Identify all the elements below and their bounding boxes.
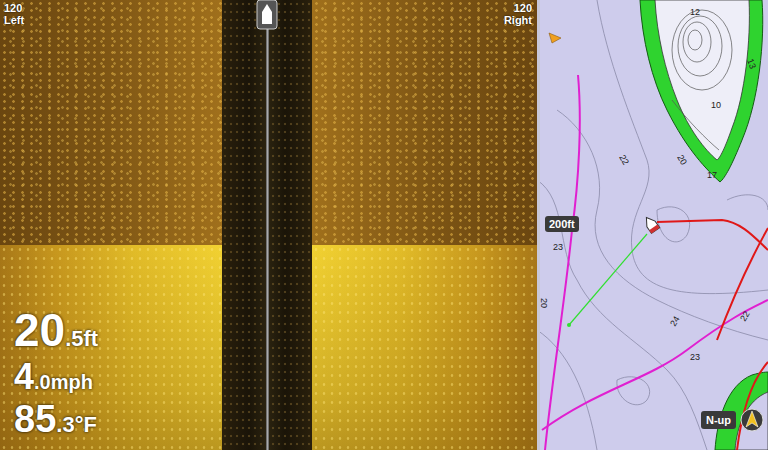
depth-label: 20 [540, 298, 549, 308]
depth-label: 24 [668, 314, 682, 328]
readout-unit: ft [84, 327, 99, 350]
contour-lines [540, 0, 768, 450]
water-column [222, 0, 312, 450]
readout: 85.3°F [14, 400, 98, 440]
depth-label: 10 [711, 100, 721, 110]
depth-label: 13 [745, 57, 758, 70]
heading-line [567, 234, 647, 327]
right-scan [312, 0, 537, 450]
island [640, 0, 763, 182]
readout: 4.0mph [14, 358, 98, 396]
side-imaging-panel: 120Left120Right20.5ft4.0mph85.3°F [0, 0, 537, 450]
depth-label: 22 [617, 153, 631, 167]
readout-fraction: .3 [56, 413, 74, 436]
readout-whole: 20 [14, 306, 65, 354]
depth-label: 20 [675, 153, 689, 167]
readout-unit: mph [51, 372, 93, 393]
readout: 20.5ft [14, 306, 98, 354]
left-scan-far [0, 0, 222, 245]
orientation-indicator[interactable]: N-up [701, 408, 764, 432]
readouts: 20.5ft 4.0mph 85.3°F [14, 306, 98, 440]
readout-whole: 4 [14, 358, 34, 396]
fishfinder-screen: 120Left120Right20.5ft4.0mph85.3°F1213102… [0, 0, 768, 450]
depth-label: 23 [553, 242, 563, 252]
side-name: Right [504, 14, 532, 26]
right-scan-near [312, 245, 537, 450]
chart-panel[interactable]: 12 13 10 20 17 22 23 24 23 22 20 200ft N-up [540, 0, 768, 450]
right-scan-far [312, 0, 537, 245]
readout-fraction: .5 [65, 327, 83, 350]
boat-track-line [266, 0, 269, 450]
compass-icon[interactable] [740, 408, 764, 432]
depth-label: 23 [690, 352, 700, 362]
right-range-label: 120Right [504, 2, 532, 26]
readout-whole: 85 [14, 400, 56, 440]
track-lines [542, 75, 768, 450]
orientation-label[interactable]: N-up [701, 411, 736, 429]
depth-label: 22 [738, 309, 752, 323]
boat-icon [256, 0, 278, 30]
depth-label: 12 [690, 7, 700, 17]
boat-position-icon [642, 215, 659, 234]
range-value: 120 [4, 2, 22, 14]
readout-fraction: .0 [34, 372, 51, 393]
route-lines [657, 220, 768, 450]
side-name: Left [4, 14, 24, 26]
left-range-label: 120Left [4, 2, 24, 26]
waypoint-arrow-icon[interactable] [549, 33, 561, 43]
scale-label: 200ft [545, 216, 579, 232]
readout-unit: °F [75, 413, 97, 436]
depth-label: 17 [707, 170, 717, 180]
range-value: 120 [514, 2, 532, 14]
